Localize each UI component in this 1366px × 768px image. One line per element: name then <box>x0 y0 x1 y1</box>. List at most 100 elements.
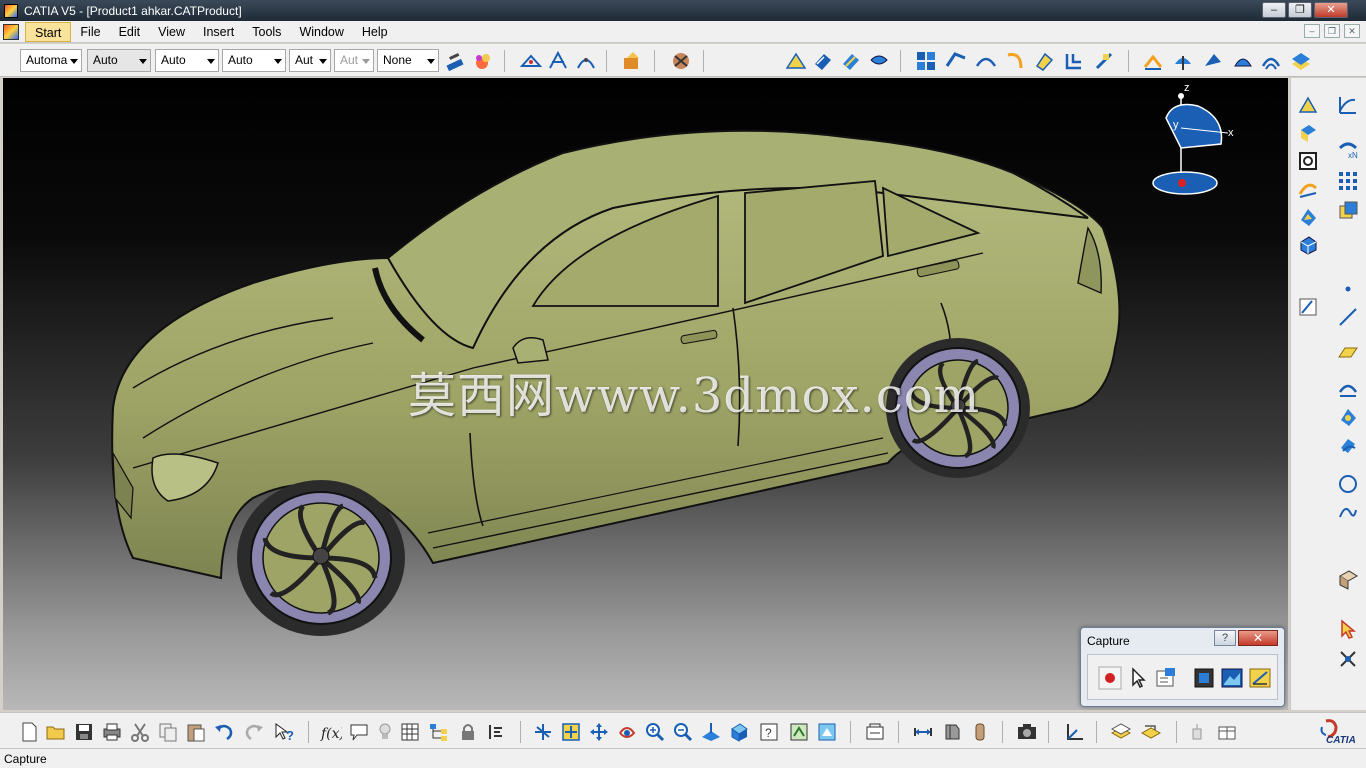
join-surfaces-icon[interactable] <box>915 50 937 72</box>
update-icon[interactable] <box>864 721 886 743</box>
snap-to-point-icon[interactable] <box>520 50 542 72</box>
fill-surface-icon[interactable] <box>1297 206 1319 228</box>
whats-this-icon[interactable]: ? <box>273 721 295 743</box>
color-bucket-icon[interactable] <box>472 50 494 72</box>
layer-select[interactable]: None <box>377 49 439 72</box>
3d-viewport[interactable]: z y x 莫西网www.3dmox.com <box>3 78 1288 710</box>
pan-icon[interactable] <box>588 721 610 743</box>
select-arrow-icon[interactable] <box>1337 618 1359 640</box>
translate-icon[interactable] <box>1202 50 1224 72</box>
curve-smooth-icon[interactable] <box>975 50 997 72</box>
document-icon[interactable] <box>3 23 19 40</box>
menu-tools[interactable]: Tools <box>243 22 290 42</box>
normal-view-icon[interactable] <box>700 721 722 743</box>
trim-icon[interactable] <box>1093 50 1115 72</box>
measure-inertia-icon[interactable] <box>969 721 991 743</box>
catalog-browser-icon[interactable] <box>621 50 643 72</box>
projection-icon[interactable] <box>1337 376 1359 398</box>
rotate-icon[interactable] <box>1232 50 1254 72</box>
transparency-select[interactable]: Auto <box>87 49 151 72</box>
layers-icon[interactable] <box>1110 721 1132 743</box>
axis-system-icon[interactable] <box>1063 721 1085 743</box>
design-table-icon[interactable] <box>399 721 421 743</box>
scaling-icon[interactable] <box>1290 50 1312 72</box>
symmetry-icon[interactable] <box>1260 50 1282 72</box>
zoom-out-icon[interactable] <box>672 721 694 743</box>
swap-visible-space-icon[interactable] <box>788 721 810 743</box>
light-bulb-icon[interactable] <box>374 721 396 743</box>
fly-mode-icon[interactable] <box>532 721 554 743</box>
point-symbol-select[interactable]: Aut <box>289 49 331 72</box>
measure-icon[interactable] <box>1337 648 1359 670</box>
line-thickness-select[interactable]: Auto <box>155 49 219 72</box>
capture-area-icon[interactable] <box>1192 666 1216 690</box>
print-icon[interactable] <box>101 721 123 743</box>
assembly-constraint-icon[interactable] <box>1216 721 1238 743</box>
settings-measure-icon[interactable] <box>1248 666 1272 690</box>
capture-dialog[interactable]: Capture ? ✕ <box>1080 627 1285 707</box>
close-button[interactable]: ✕ <box>1314 2 1348 18</box>
healing-icon[interactable] <box>945 50 967 72</box>
edge-fillet-icon[interactable] <box>812 50 834 72</box>
spline-icon[interactable] <box>1337 502 1359 524</box>
compass-widget[interactable] <box>1152 93 1229 195</box>
zoom-in-icon[interactable] <box>644 721 666 743</box>
variable-fillet-icon[interactable] <box>840 50 862 72</box>
split-icon[interactable] <box>1063 50 1085 72</box>
record-icon[interactable] <box>1098 666 1122 690</box>
fill-color-select[interactable]: Automa <box>20 49 82 72</box>
manipulation-icon[interactable] <box>575 50 597 72</box>
intersection-icon[interactable] <box>1337 406 1359 428</box>
scene-icon[interactable] <box>1140 721 1162 743</box>
menu-start[interactable]: Start <box>25 21 72 42</box>
disassemble-icon[interactable] <box>1033 50 1055 72</box>
pattern-grid-icon[interactable] <box>1337 170 1359 192</box>
extrude-icon[interactable] <box>1297 122 1319 144</box>
sketch-surface-icon[interactable] <box>1297 94 1319 116</box>
help-button[interactable]: ? <box>1214 630 1236 646</box>
fit-all-icon[interactable] <box>560 721 582 743</box>
options-icon[interactable] <box>1154 666 1178 690</box>
render-icon[interactable] <box>1337 568 1359 590</box>
menu-view[interactable]: View <box>149 22 194 42</box>
line-icon[interactable] <box>1337 306 1359 328</box>
doc-close-button[interactable]: ✕ <box>1344 24 1360 38</box>
menu-file[interactable]: File <box>71 22 109 42</box>
menu-help[interactable]: Help <box>353 22 397 42</box>
redo-icon[interactable] <box>243 721 265 743</box>
measure-item-icon[interactable] <box>941 721 963 743</box>
surface-analysis-icon[interactable] <box>1337 94 1359 116</box>
plane-icon[interactable] <box>1337 340 1359 362</box>
point-icon[interactable] <box>1337 278 1359 300</box>
doc-restore-button[interactable]: ❐ <box>1324 24 1340 38</box>
doc-minimize-button[interactable]: ‒ <box>1304 24 1320 38</box>
capture-close-button[interactable]: ✕ <box>1238 630 1278 646</box>
camera-icon[interactable] <box>1016 721 1038 743</box>
extract-boundary-icon[interactable] <box>1142 50 1164 72</box>
isometric-view-icon[interactable] <box>728 721 750 743</box>
knowledge-icon[interactable] <box>670 50 692 72</box>
repetition-icon[interactable]: xN <box>1337 138 1359 160</box>
painter-icon[interactable] <box>444 50 466 72</box>
paste-icon[interactable] <box>185 721 207 743</box>
comment-icon[interactable] <box>348 721 370 743</box>
rotate-view-icon[interactable] <box>616 721 638 743</box>
new-document-icon[interactable] <box>18 721 40 743</box>
shading-icon[interactable] <box>816 721 838 743</box>
circle-icon[interactable] <box>1337 473 1359 495</box>
save-icon[interactable] <box>73 721 95 743</box>
tree-structure-icon[interactable] <box>428 721 450 743</box>
menu-edit[interactable]: Edit <box>110 22 150 42</box>
open-folder-icon[interactable] <box>45 721 67 743</box>
extract-face-icon[interactable] <box>1172 50 1194 72</box>
powercopy-icon[interactable] <box>1337 200 1359 222</box>
formula-icon[interactable]: f(x) <box>320 721 342 743</box>
untrim-icon[interactable] <box>1005 50 1027 72</box>
album-icon[interactable] <box>1220 666 1244 690</box>
minimize-button[interactable]: ‒ <box>1262 2 1286 18</box>
hide-show-icon[interactable]: ? <box>758 721 780 743</box>
sweep-icon[interactable] <box>1297 178 1319 200</box>
copy-icon[interactable] <box>157 721 179 743</box>
face-fillet-icon[interactable] <box>868 50 890 72</box>
undo-icon[interactable] <box>213 721 235 743</box>
